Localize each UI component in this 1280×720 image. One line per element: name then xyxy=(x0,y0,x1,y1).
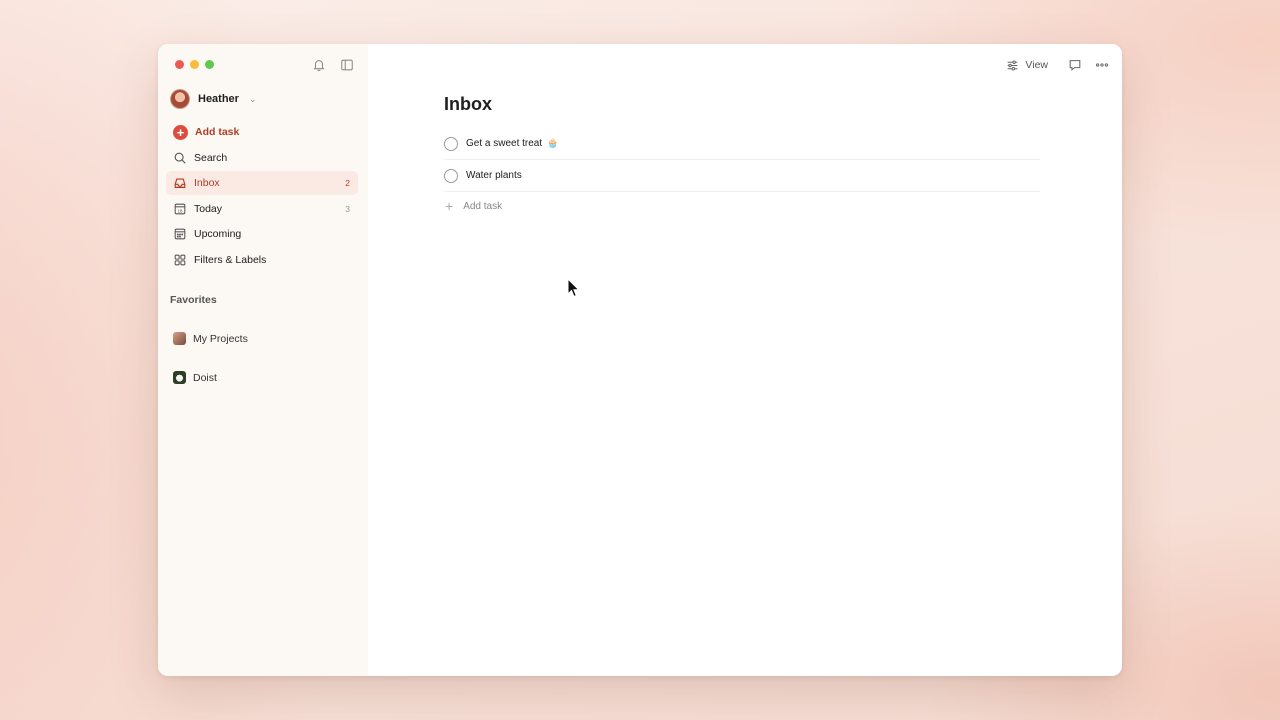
maximize-window-button[interactable] xyxy=(205,60,214,69)
window-controls xyxy=(175,60,214,69)
sidebar-toggle-icon[interactable] xyxy=(340,58,354,72)
add-task-button[interactable]: + Add task xyxy=(444,192,1040,220)
task-list: Get a sweet treat 🧁 Water plants + Add t… xyxy=(444,128,1040,220)
task-label: Get a sweet treat xyxy=(466,138,543,149)
main-content: View Inbox Get a sweet treat 🧁 Water pla… xyxy=(368,44,1122,676)
inbox-count-badge: 2 xyxy=(345,178,350,188)
sidebar-item-label: Inbox xyxy=(194,177,220,189)
user-menu[interactable]: Heather ⌄ xyxy=(170,89,257,109)
sidebar-item-filters-labels[interactable]: Filters & Labels xyxy=(166,248,358,272)
sidebar-project-my-projects[interactable]: My Projects xyxy=(173,332,248,345)
sliders-icon xyxy=(1008,60,1018,70)
project-label: Doist xyxy=(193,371,217,384)
calendar-grid-icon xyxy=(174,228,186,240)
calendar-today-icon: 18 xyxy=(174,203,186,214)
cupcake-icon: 🧁 xyxy=(547,138,559,148)
app-window: Heather ⌄ + Add task Search Inbox 2 18 T… xyxy=(158,44,1122,676)
sidebar-item-upcoming[interactable]: Upcoming xyxy=(166,222,358,246)
sidebar-item-inbox[interactable]: Inbox 2 xyxy=(166,171,358,195)
favorites-heading[interactable]: Favorites xyxy=(170,294,217,306)
page-title: Inbox xyxy=(444,94,492,114)
main-toolbar: View xyxy=(1006,58,1110,72)
sidebar: Heather ⌄ + Add task Search Inbox 2 18 T… xyxy=(158,44,368,676)
bell-icon[interactable] xyxy=(312,58,326,72)
project-avatar xyxy=(173,332,186,345)
project-avatar xyxy=(173,371,186,384)
task-checkbox[interactable] xyxy=(444,136,458,151)
sidebar-item-label: Search xyxy=(194,151,228,164)
view-label: View xyxy=(1025,59,1048,71)
mouse-cursor-icon xyxy=(567,278,581,298)
user-name: Heather xyxy=(198,93,239,105)
sidebar-add-task-button[interactable]: + Add task xyxy=(166,120,358,144)
minimize-window-button[interactable] xyxy=(190,60,199,69)
sidebar-nav: + Add task Search Inbox 2 18 Today 3 Upc… xyxy=(166,120,358,273)
view-button[interactable]: View xyxy=(1006,59,1048,72)
task-item[interactable]: Water plants xyxy=(444,160,1040,192)
sidebar-item-label: Today xyxy=(194,202,223,215)
sidebar-top-actions xyxy=(312,58,354,72)
add-task-label: Add task xyxy=(463,200,503,212)
sidebar-add-task-label: Add task xyxy=(195,126,240,138)
sidebar-item-label: Upcoming xyxy=(194,228,242,240)
more-options-icon[interactable] xyxy=(1094,58,1110,72)
sidebar-item-today[interactable]: 18 Today 3 xyxy=(166,197,358,221)
avatar xyxy=(170,89,190,109)
svg-text:18: 18 xyxy=(178,208,183,213)
sidebar-project-doist[interactable]: Doist xyxy=(173,371,217,384)
task-checkbox[interactable] xyxy=(444,168,458,183)
task-item[interactable]: Get a sweet treat 🧁 xyxy=(444,128,1040,160)
close-window-button[interactable] xyxy=(175,60,184,69)
chevron-down-icon: ⌄ xyxy=(248,93,257,104)
filters-grid-icon xyxy=(174,254,186,265)
search-icon xyxy=(174,152,186,164)
inbox-icon xyxy=(174,178,186,188)
task-label: Water plants xyxy=(466,170,522,181)
plus-icon: + xyxy=(445,198,454,214)
sidebar-item-label: Filters & Labels xyxy=(194,253,267,266)
comment-icon[interactable] xyxy=(1068,58,1082,72)
plus-circle-icon: + xyxy=(173,124,188,140)
project-label: My Projects xyxy=(193,332,248,345)
today-count-badge: 3 xyxy=(345,203,350,214)
sidebar-item-search[interactable]: Search xyxy=(166,146,358,170)
